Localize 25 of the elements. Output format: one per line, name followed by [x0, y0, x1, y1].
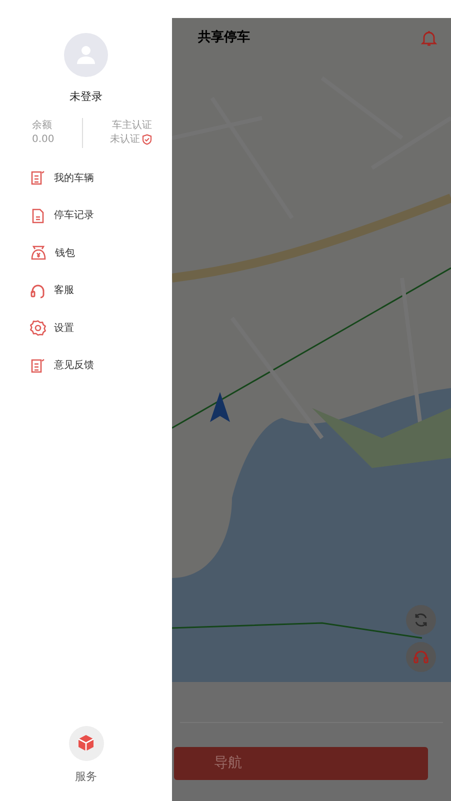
menu-item[interactable]: 我的车辆 [0, 160, 172, 197]
notepad-icon [30, 358, 46, 374]
avatar[interactable] [64, 33, 108, 77]
login-status[interactable]: 未登录 [70, 89, 102, 106]
person-icon [75, 44, 97, 66]
menu-item[interactable]: 设置 [0, 310, 172, 347]
bell-icon[interactable] [421, 30, 437, 46]
menu-item[interactable]: 客服 [0, 272, 172, 310]
settings-icon [30, 320, 46, 336]
menu-item[interactable]: 停车记录 [0, 197, 172, 234]
money-bag-icon [30, 245, 47, 262]
refresh-icon [413, 612, 429, 628]
verification-status: 未认证 [110, 132, 140, 146]
cube-icon [77, 734, 95, 752]
document-icon [30, 208, 46, 224]
notepad-icon [30, 170, 46, 186]
shield-check-icon [142, 134, 152, 145]
headset-icon [413, 649, 429, 665]
menu-item[interactable]: 意见反馈 [0, 347, 172, 384]
headset-icon [30, 282, 46, 299]
verification-label: 车主认证 [112, 118, 152, 132]
app-title: 共享停车 [198, 28, 250, 48]
balance-label: 余额 [32, 118, 53, 132]
balance-value: 0.00 [32, 132, 54, 146]
menu-item[interactable]: 钱包 [0, 234, 172, 272]
